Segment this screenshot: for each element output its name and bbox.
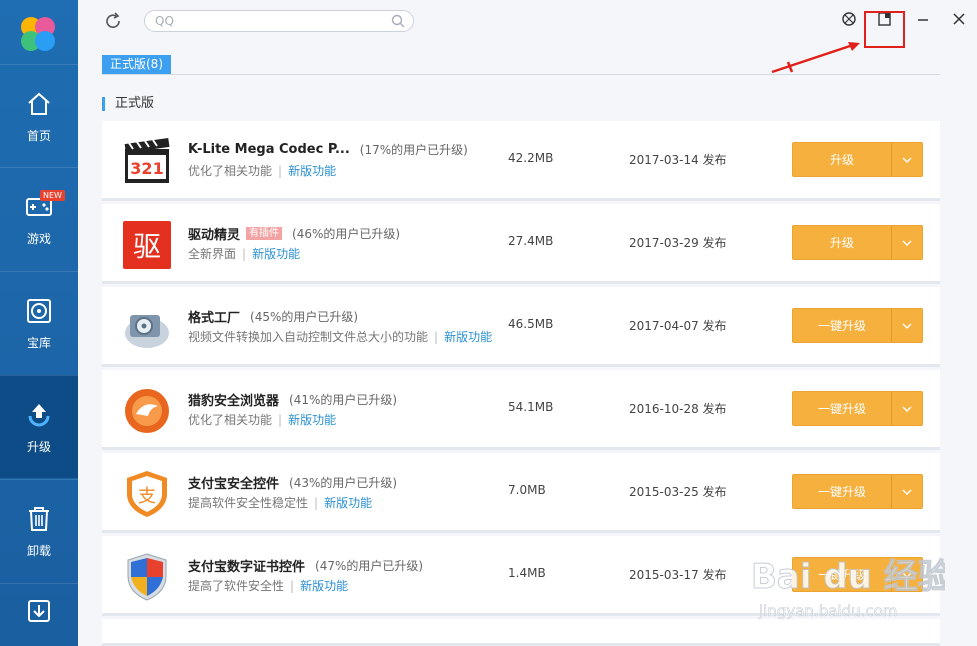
format-factory-icon	[125, 315, 169, 348]
app-name: 支付宝安全控件	[188, 477, 280, 492]
app-name: 驱动精灵	[188, 228, 241, 243]
sidebar-item-home[interactable]: 首页	[0, 64, 78, 167]
sidebar-item-uninstall[interactable]: 卸载	[0, 479, 78, 582]
feature-link[interactable]: 新版功能	[444, 330, 492, 344]
driver-genius-icon: 驱	[123, 221, 171, 269]
sidebar-item-games[interactable]: NEW 游戏	[0, 167, 78, 270]
one-click-upgrade-button[interactable]: 一键升级	[792, 391, 923, 426]
alipay-shield-icon: 支	[127, 471, 167, 517]
chevron-down-icon[interactable]	[892, 475, 922, 508]
search-icon[interactable]	[391, 14, 405, 28]
refresh-icon[interactable]	[103, 11, 123, 31]
feature-link[interactable]: 新版功能	[288, 164, 336, 178]
klite-codec-icon: 321	[124, 137, 170, 183]
app-name: 猎豹安全浏览器	[188, 394, 280, 409]
list-item	[102, 619, 940, 646]
divider	[102, 74, 940, 75]
upgrade-percent: (47%的用户已升级)	[315, 559, 424, 573]
home-icon	[24, 89, 54, 119]
release-date: 2015-03-17 发布	[629, 568, 727, 582]
upgrade-icon	[24, 400, 54, 430]
sidebar-item-library[interactable]: 宝库	[0, 271, 78, 374]
file-size: 42.2MB	[508, 151, 554, 165]
file-size: 1.4MB	[508, 566, 546, 580]
settings-icon[interactable]	[840, 10, 858, 28]
sidebar: 首页 NEW 游戏 宝库 升级 卸载	[0, 0, 78, 646]
svg-text:321: 321	[130, 159, 163, 178]
app-desc: 全新界面	[188, 247, 237, 261]
list-item: 支付宝数字证书控件 (47%的用户已升级) 提高了软件安全性 | 新版功能 1.4M…	[102, 536, 940, 616]
app-name: K-Lite Mega Codec P...	[188, 142, 350, 157]
app-logo	[21, 17, 55, 51]
trash-icon	[24, 504, 54, 534]
sidebar-item-label: 宝库	[26, 335, 51, 350]
app-desc: 视频文件转换加入自动控制文件总大小的功能	[188, 330, 429, 344]
chevron-down-icon[interactable]	[892, 143, 922, 176]
plugin-badge: 有插件	[246, 227, 283, 240]
file-size: 27.4MB	[508, 234, 554, 248]
search-bar[interactable]: QQ	[144, 10, 414, 32]
close-icon[interactable]	[950, 10, 968, 28]
chevron-down-icon[interactable]	[892, 558, 922, 591]
list-item: 支 支付宝安全控件 (43%的用户已升级) 提高软件安全性稳定性 | 新版功能 7.…	[102, 453, 940, 533]
sidebar-item-label: 卸载	[26, 543, 51, 558]
section-title: 正式版	[102, 97, 154, 111]
feature-link[interactable]: 新版功能	[252, 247, 300, 261]
upgrade-percent: (45%的用户已升级)	[250, 310, 359, 324]
chevron-down-icon[interactable]	[892, 226, 922, 259]
search-input[interactable]: QQ	[155, 14, 174, 28]
upgrade-button[interactable]: 升级	[792, 225, 923, 260]
release-date: 2015-03-25 发布	[629, 485, 727, 499]
sidebar-item-label: 游戏	[26, 231, 51, 246]
upgrade-percent: (43%的用户已升级)	[289, 476, 398, 490]
download-icon	[24, 596, 54, 626]
sidebar-item-label: 首页	[26, 128, 51, 143]
liebao-browser-icon	[125, 389, 169, 433]
one-click-upgrade-button[interactable]: 一键升级	[792, 474, 923, 509]
upgrade-percent: (17%的用户已升级)	[359, 143, 468, 157]
release-date: 2016-10-28 发布	[629, 402, 727, 416]
svg-text:驱: 驱	[133, 230, 161, 263]
tab-release[interactable]: 正式版(8)	[102, 55, 171, 74]
app-desc: 优化了相关功能	[188, 164, 273, 178]
one-click-upgrade-button[interactable]: 一键升级	[792, 557, 923, 592]
new-badge: NEW	[40, 190, 65, 201]
list-item: 驱 驱动精灵 有插件 (46%的用户已升级) 全新界面 | 新版功能 27.4MB …	[102, 204, 940, 284]
sidebar-item-upgrade[interactable]: 升级	[0, 375, 78, 478]
file-size: 7.0MB	[508, 483, 546, 497]
release-date: 2017-03-14 发布	[629, 153, 727, 167]
feature-link[interactable]: 新版功能	[324, 496, 372, 510]
list-item: 321 K-Lite Mega Codec P... (17%的用户已升级) 优…	[102, 121, 940, 201]
list-item: 猎豹安全浏览器 (41%的用户已升级) 优化了相关功能 | 新版功能 54.1MB …	[102, 370, 940, 450]
app-desc: 提高软件安全性稳定性	[188, 496, 309, 510]
app-name: 格式工厂	[188, 311, 241, 326]
feature-link[interactable]: 新版功能	[288, 413, 336, 427]
release-date: 2017-03-29 发布	[629, 236, 727, 250]
sidebar-item-download[interactable]	[0, 583, 78, 646]
file-size: 54.1MB	[508, 400, 554, 414]
windows-shield-icon	[127, 553, 167, 601]
upgrade-button[interactable]: 升级	[792, 142, 923, 177]
release-date: 2017-04-07 发布	[629, 319, 727, 333]
feature-link[interactable]: 新版功能	[300, 579, 348, 593]
list-item: 格式工厂 (45%的用户已升级) 视频文件转换加入自动控制文件总大小的功能 | 新版…	[102, 287, 940, 367]
disc-icon	[24, 296, 54, 326]
upgrade-percent: (41%的用户已升级)	[289, 393, 398, 407]
minimize-icon[interactable]	[914, 10, 932, 28]
app-name: 支付宝数字证书控件	[188, 560, 306, 575]
app-desc: 优化了相关功能	[188, 413, 273, 427]
annotation-arrow	[771, 42, 860, 74]
one-click-upgrade-button[interactable]: 一键升级	[792, 308, 923, 343]
chevron-down-icon[interactable]	[892, 392, 922, 425]
app-desc: 提高了软件安全性	[188, 579, 285, 593]
sidebar-item-label: 升级	[26, 439, 51, 454]
upgrade-percent: (46%的用户已升级)	[292, 227, 401, 241]
file-size: 46.5MB	[508, 317, 554, 331]
svg-text:支: 支	[138, 486, 156, 507]
highlight-box	[864, 11, 905, 48]
chevron-down-icon[interactable]	[892, 309, 922, 342]
